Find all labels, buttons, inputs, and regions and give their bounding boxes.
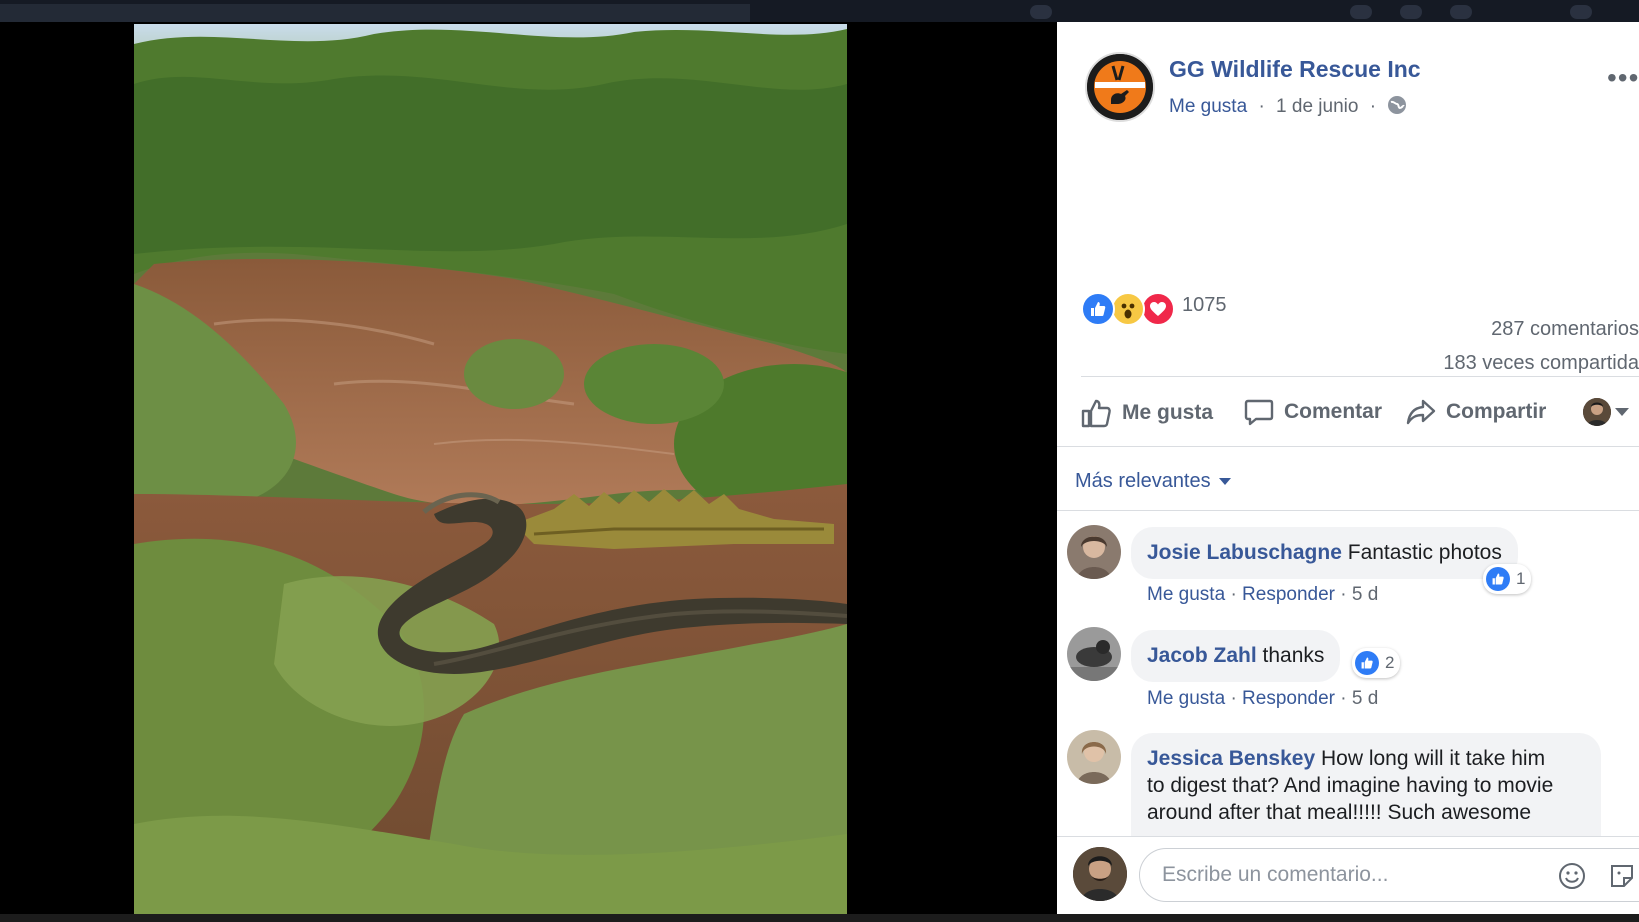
comment-reaction-badge[interactable]: 2 <box>1352 648 1401 678</box>
comment-like-link[interactable]: Me gusta <box>1147 688 1225 709</box>
comment-avatar[interactable] <box>1067 627 1121 681</box>
my-avatar <box>1073 847 1127 901</box>
comment-text: How long will it take him <box>1320 747 1546 770</box>
meta-separator: · <box>1258 96 1265 117</box>
comment-icon <box>1244 399 1274 426</box>
divider <box>1057 446 1639 447</box>
post-date[interactable]: 1 de junio <box>1276 96 1358 117</box>
dimmed-friends-icon <box>1350 5 1372 19</box>
comment-button[interactable]: Comentar <box>1244 398 1382 426</box>
comment-author-link[interactable]: Jacob Zahl <box>1147 644 1257 667</box>
comment-reply-link[interactable]: Responder <box>1242 584 1335 605</box>
photo-python-crocodile <box>134 24 847 916</box>
share-button[interactable]: Compartir <box>1406 398 1546 426</box>
post-as-avatar[interactable] <box>1583 398 1611 426</box>
comment-age[interactable]: 5 d <box>1352 584 1378 605</box>
comment-bubble: Josie Labuschagne Fantastic photos <box>1131 527 1518 579</box>
wow-reaction-icon <box>1111 292 1145 326</box>
comment-actions: Me gusta · Responder · 5 d <box>1147 688 1379 709</box>
dimmed-messages-icon <box>1400 5 1422 19</box>
sticker-icon[interactable] <box>1608 862 1636 895</box>
reaction-count[interactable]: 1075 <box>1182 294 1227 317</box>
thumbs-up-icon <box>1081 399 1111 428</box>
page-like-link[interactable]: Me gusta <box>1169 96 1247 117</box>
comment-reaction-badge[interactable]: 1 <box>1483 564 1532 594</box>
love-reaction-icon <box>1141 292 1175 326</box>
comment-like-link[interactable]: Me gusta <box>1147 584 1225 605</box>
comment-text: thanks <box>1262 644 1325 667</box>
divider <box>1081 376 1639 377</box>
divider <box>1057 510 1639 511</box>
like-reaction-icon <box>1081 292 1115 326</box>
dimmed-top-bar <box>0 0 1639 22</box>
comment-text: around after that meal!!!!! Such awesome <box>1147 801 1532 824</box>
comment-like-count: 1 <box>1516 569 1526 588</box>
comment-author-link[interactable]: Josie Labuschagne <box>1147 541 1342 564</box>
page-logo-icon <box>1087 54 1153 120</box>
share-button-label: Compartir <box>1446 400 1547 423</box>
comment-button-label: Comentar <box>1284 400 1383 423</box>
globe-icon <box>1387 95 1407 121</box>
comment-bubble: Jessica Benskey How long will it take hi… <box>1131 733 1601 843</box>
comment-reply-link[interactable]: Responder <box>1242 688 1335 709</box>
comment-age[interactable]: 5 d <box>1352 688 1378 709</box>
like-button-label: Me gusta <box>1122 401 1214 424</box>
share-icon <box>1406 399 1436 425</box>
comment-bubble: Jacob Zahl thanks <box>1131 630 1341 682</box>
comment-actions: Me gusta · Responder · 5 d <box>1147 584 1379 605</box>
comment-like-count: 2 <box>1385 653 1395 672</box>
dimmed-notifications-icon <box>1450 5 1472 19</box>
post-photo[interactable] <box>134 24 847 916</box>
photo-viewer: GG Wildlife Rescue Inc Me gusta · 1 de j… <box>0 0 1639 922</box>
comment-avatar[interactable] <box>1067 525 1121 579</box>
comment-text: to digest that? And imagine having to mo… <box>1147 774 1554 797</box>
sort-comments-dropdown[interactable]: Más relevantes <box>1075 470 1231 493</box>
photo-stage <box>0 22 1057 922</box>
comment-input-placeholder: Escribe un comentario... <box>1162 863 1389 886</box>
comment-avatar[interactable] <box>1067 730 1121 784</box>
chevron-down-icon[interactable] <box>1615 408 1629 416</box>
comment-author-link[interactable]: Jessica Benskey <box>1147 747 1315 770</box>
meta-separator: · <box>1369 96 1377 117</box>
like-reaction-icon <box>1355 651 1379 675</box>
page-name-link[interactable]: GG Wildlife Rescue Inc <box>1169 56 1421 83</box>
bottom-strip <box>0 914 1639 922</box>
comments-count-link[interactable]: 287 comentarios <box>1491 318 1639 341</box>
more-dots-icon[interactable]: ••• <box>1607 62 1639 94</box>
dimmed-help-icon <box>1570 5 1592 19</box>
dimmed-avatar <box>1030 5 1052 19</box>
like-reaction-icon <box>1486 567 1510 591</box>
shares-count-link[interactable]: 183 veces compartida <box>1443 352 1639 375</box>
emoji-icon[interactable] <box>1558 862 1586 895</box>
caret-down-icon <box>1218 478 1231 485</box>
dimmed-search-bar <box>0 4 750 22</box>
comment-text: Fantastic photos <box>1347 541 1502 564</box>
sort-label: Más relevantes <box>1075 470 1211 492</box>
like-button[interactable]: Me gusta <box>1080 398 1213 428</box>
post-meta: Me gusta · 1 de junio · <box>1169 95 1407 121</box>
page-avatar[interactable] <box>1085 52 1155 122</box>
